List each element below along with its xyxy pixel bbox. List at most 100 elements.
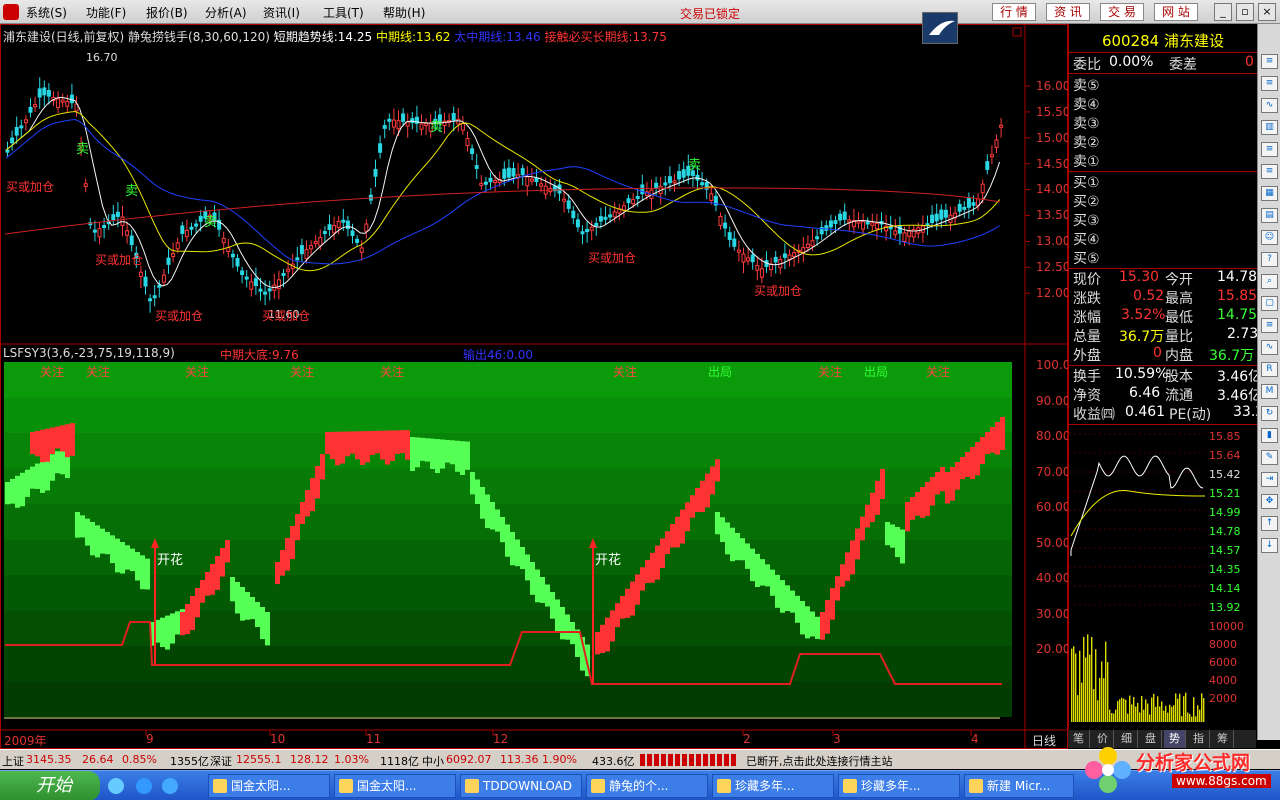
search-icon[interactable]: ⌕ <box>1261 274 1278 289</box>
candle-body <box>23 119 28 124</box>
taskbar-item[interactable]: 珍藏多年... <box>712 774 834 798</box>
list-icon[interactable]: ≡ <box>1261 164 1278 179</box>
trade-button[interactable]: 交 易 <box>1100 3 1144 21</box>
chart-area[interactable] <box>0 24 1068 749</box>
candle-body <box>957 203 962 212</box>
period-selector[interactable]: 日线 <box>1032 732 1056 749</box>
taskbar-item[interactable]: TDDOWNLOAD <box>460 774 582 798</box>
intraday-volume-bar <box>1185 692 1187 722</box>
browser-icon[interactable] <box>136 778 152 794</box>
price-tick: 15.50 <box>1036 105 1071 119</box>
table-icon[interactable]: ▤ <box>1261 208 1278 223</box>
candle-body <box>732 238 737 247</box>
menu-analysis[interactable]: 分析(A) <box>205 4 247 21</box>
website-button[interactable]: 网 站 <box>1154 3 1198 21</box>
grid-icon[interactable]: ▦ <box>1261 186 1278 201</box>
candle-icon[interactable]: ▮ <box>1261 428 1278 443</box>
list-icon[interactable]: ≡ <box>1261 54 1278 69</box>
candle-body <box>635 195 640 199</box>
taskbar-item[interactable]: 新建 Micr... <box>964 774 1074 798</box>
indicator-bar <box>35 430 40 457</box>
indicator-bar <box>695 488 700 513</box>
indicator-bar <box>215 556 220 590</box>
sell-level: 卖② <box>1073 135 1100 151</box>
candle-body <box>566 200 571 209</box>
line-chart-icon[interactable]: ∿ <box>1261 98 1278 113</box>
intraday-volume-bar <box>1179 693 1181 722</box>
candle-body <box>286 268 291 272</box>
panel-settings-icon[interactable] <box>1012 27 1022 37</box>
indicator-bar <box>770 569 775 596</box>
connection-status[interactable]: 已断开,点击此处连接行情主站 <box>746 753 893 769</box>
close-button[interactable]: × <box>1258 3 1276 21</box>
users-icon[interactable]: ☺ <box>1261 230 1278 245</box>
candle-body <box>148 298 153 302</box>
menu-system[interactable]: 系统(S) <box>26 4 67 21</box>
document-icon[interactable]: ▢ <box>1261 296 1278 311</box>
menu-quote[interactable]: 报价(B) <box>146 4 188 21</box>
candle-body <box>667 176 672 184</box>
tool-icon[interactable]: ✎ <box>1261 450 1278 465</box>
indicator-bar <box>375 430 380 454</box>
signal-watch: 关注 <box>86 365 111 379</box>
list-icon[interactable]: ≡ <box>1261 76 1278 91</box>
arrow-down-icon[interactable]: ↓ <box>1261 538 1278 553</box>
indicator-bar <box>165 615 170 650</box>
candle-body <box>861 221 866 230</box>
chart-icon[interactable]: ∿ <box>1261 340 1278 355</box>
candle-body <box>345 220 350 230</box>
taskbar-item[interactable]: 国金太阳... <box>334 774 456 798</box>
restore-button[interactable]: ▫ <box>1236 3 1254 21</box>
menu-function[interactable]: 功能(F) <box>86 4 126 21</box>
move-icon[interactable]: ✥ <box>1261 494 1278 509</box>
menu-help[interactable]: 帮助(H) <box>383 4 425 21</box>
ie-icon[interactable] <box>162 778 178 794</box>
ma-icon[interactable]: M <box>1261 384 1278 399</box>
menu-info[interactable]: 资讯(I) <box>263 4 300 21</box>
taskbar-item[interactable]: 静兔的个... <box>586 774 708 798</box>
candle-body <box>56 98 61 108</box>
trade-lock-status[interactable]: 交易已锁定 <box>680 5 740 22</box>
indicator-bar <box>450 440 455 465</box>
taskbar-item[interactable]: 国金太阳... <box>208 774 330 798</box>
indicator-bar <box>85 518 90 546</box>
export-icon[interactable]: ⇥ <box>1261 472 1278 487</box>
taskbar-item[interactable]: 珍藏多年... <box>838 774 960 798</box>
start-button[interactable]: 开始 <box>0 771 100 800</box>
arrow-up-icon[interactable]: ↑ <box>1261 516 1278 531</box>
indicator-bar <box>75 512 80 538</box>
indicator-band <box>4 468 1012 504</box>
indicator-bar <box>45 457 50 491</box>
signal-watch: 关注 <box>185 365 210 379</box>
help-icon[interactable]: ? <box>1261 252 1278 267</box>
list-icon[interactable]: ≡ <box>1261 142 1278 157</box>
bar-chart-icon[interactable]: ▥ <box>1261 120 1278 135</box>
quote-button[interactable]: 行 情 <box>992 3 1036 21</box>
indicator-bar <box>345 431 350 457</box>
indicator-bar <box>40 460 45 493</box>
candle-body <box>681 169 686 178</box>
quote-row: 净资 6.46 流通 3.46亿 <box>1073 385 1263 404</box>
signal-watch: 关注 <box>290 365 315 379</box>
desktop-icon[interactable] <box>108 778 124 794</box>
sh-change: 26.64 <box>82 753 114 766</box>
intraday-volume-bar <box>1117 700 1119 722</box>
rsi-icon[interactable]: R <box>1261 362 1278 377</box>
indicator-bar <box>1000 417 1005 450</box>
menu-tools[interactable]: 工具(T) <box>323 4 364 21</box>
indicator-bar <box>475 479 480 505</box>
candle-body <box>327 224 332 230</box>
candle-body <box>295 257 300 261</box>
candle-body <box>267 288 272 292</box>
indicator-bar <box>325 432 330 455</box>
candle-body <box>125 230 130 236</box>
minimize-button[interactable]: _ <box>1214 3 1232 21</box>
news-button[interactable]: 资 讯 <box>1046 3 1090 21</box>
list-icon[interactable]: ≡ <box>1261 318 1278 333</box>
intraday-volume-bar <box>1173 705 1175 722</box>
indicator-bar <box>410 437 415 471</box>
intraday-volume-bar <box>1147 703 1149 722</box>
indicator-bar <box>700 480 705 513</box>
buy-signal-label: 买或加仓 <box>754 284 803 298</box>
refresh-icon[interactable]: ↻ <box>1261 406 1278 421</box>
